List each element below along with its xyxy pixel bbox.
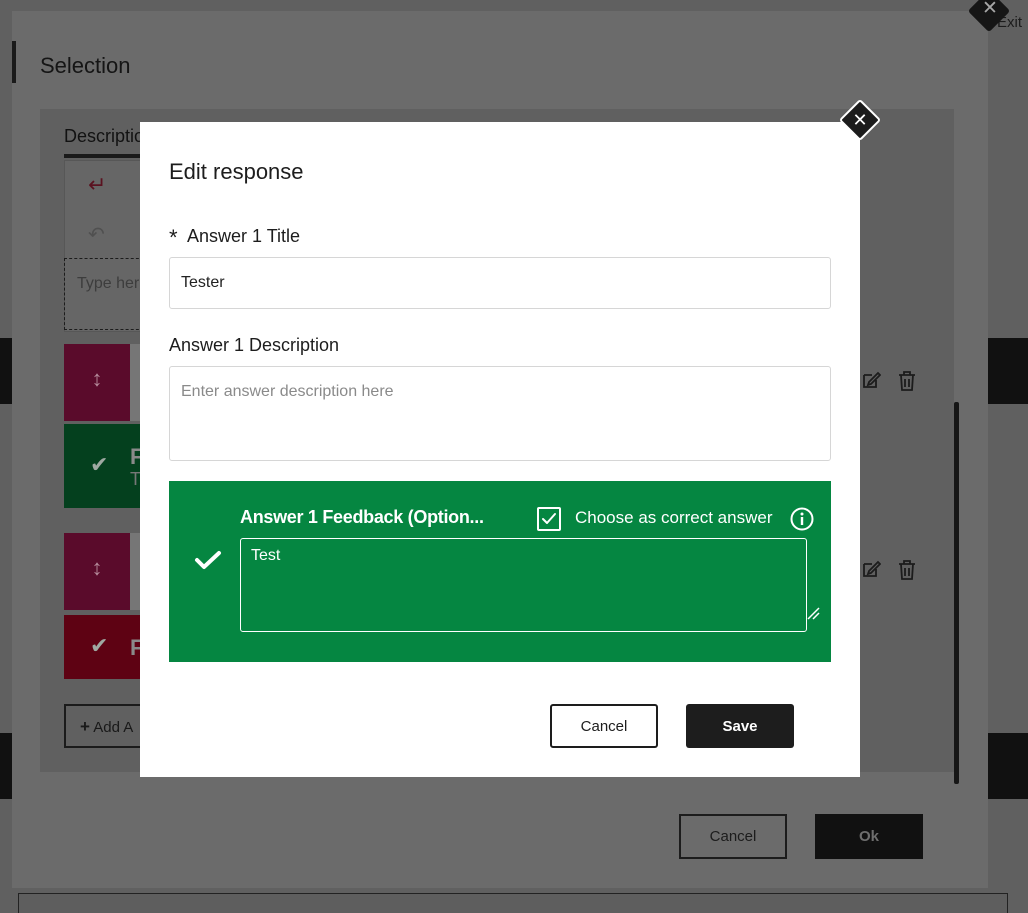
trash-icon[interactable] <box>897 559 917 587</box>
edit-icon[interactable] <box>861 370 882 396</box>
close-icon[interactable]: ✕ <box>845 106 875 134</box>
info-icon[interactable] <box>790 507 814 531</box>
answer-description-label: Answer 1 Description <box>169 335 340 355</box>
feedback-label: Answer 1 Feedback (Option... <box>240 507 484 527</box>
checkmark-icon <box>542 513 556 524</box>
answer-title-label: Answer 1 Title <box>187 226 301 246</box>
check-icon: ✔ <box>90 452 109 477</box>
response-row <box>130 344 140 421</box>
undo-icon[interactable]: ↶ <box>88 222 105 247</box>
add-answer-text: Add A <box>93 719 134 736</box>
cancel-button[interactable]: Cancel <box>550 704 658 748</box>
edit-icon[interactable] <box>861 559 882 585</box>
answer-title-input[interactable] <box>169 257 831 309</box>
close-icon: ✕ <box>982 0 998 19</box>
response-row <box>130 533 140 610</box>
correct-answer-checkbox[interactable] <box>537 507 561 531</box>
trash-icon[interactable] <box>897 370 917 398</box>
required-marker: * <box>169 225 178 250</box>
drag-vertical-icon: ↕ <box>91 555 103 580</box>
resize-handle-icon[interactable] <box>806 606 820 620</box>
plus-icon: + <box>80 717 90 736</box>
background-bottom-box <box>18 893 1008 913</box>
response-card-correct[interactable]: ✔ F T <box>64 424 143 508</box>
modal-title: Edit response <box>169 159 304 184</box>
drag-vertical-icon: ↕ <box>91 366 103 391</box>
description-editor-placeholder: Type her <box>77 275 140 292</box>
check-icon: ✔ <box>90 633 109 658</box>
title-accent-bar <box>12 41 16 83</box>
vertical-scrollbar[interactable] <box>954 402 959 784</box>
selection-ok-button[interactable]: Ok <box>815 814 923 859</box>
drag-handle[interactable]: ↕ <box>64 344 130 421</box>
description-editor[interactable] <box>64 258 144 330</box>
correct-answer-label[interactable]: Choose as correct answer <box>575 508 772 528</box>
answer-description-input[interactable] <box>169 366 831 461</box>
selection-cancel-button[interactable]: Cancel <box>679 814 787 859</box>
add-answer-label: + Add A <box>80 717 133 737</box>
selection-dialog-title: Selection <box>40 53 131 78</box>
response-card-incorrect[interactable]: ✔ F <box>64 615 143 679</box>
enter-icon[interactable]: ↵ <box>88 172 106 198</box>
tab-description[interactable]: Descriptio <box>64 126 144 147</box>
feedback-textarea[interactable]: Test <box>240 538 807 632</box>
check-icon <box>193 545 223 575</box>
save-button[interactable]: Save <box>686 704 794 748</box>
drag-handle[interactable]: ↕ <box>64 533 130 610</box>
